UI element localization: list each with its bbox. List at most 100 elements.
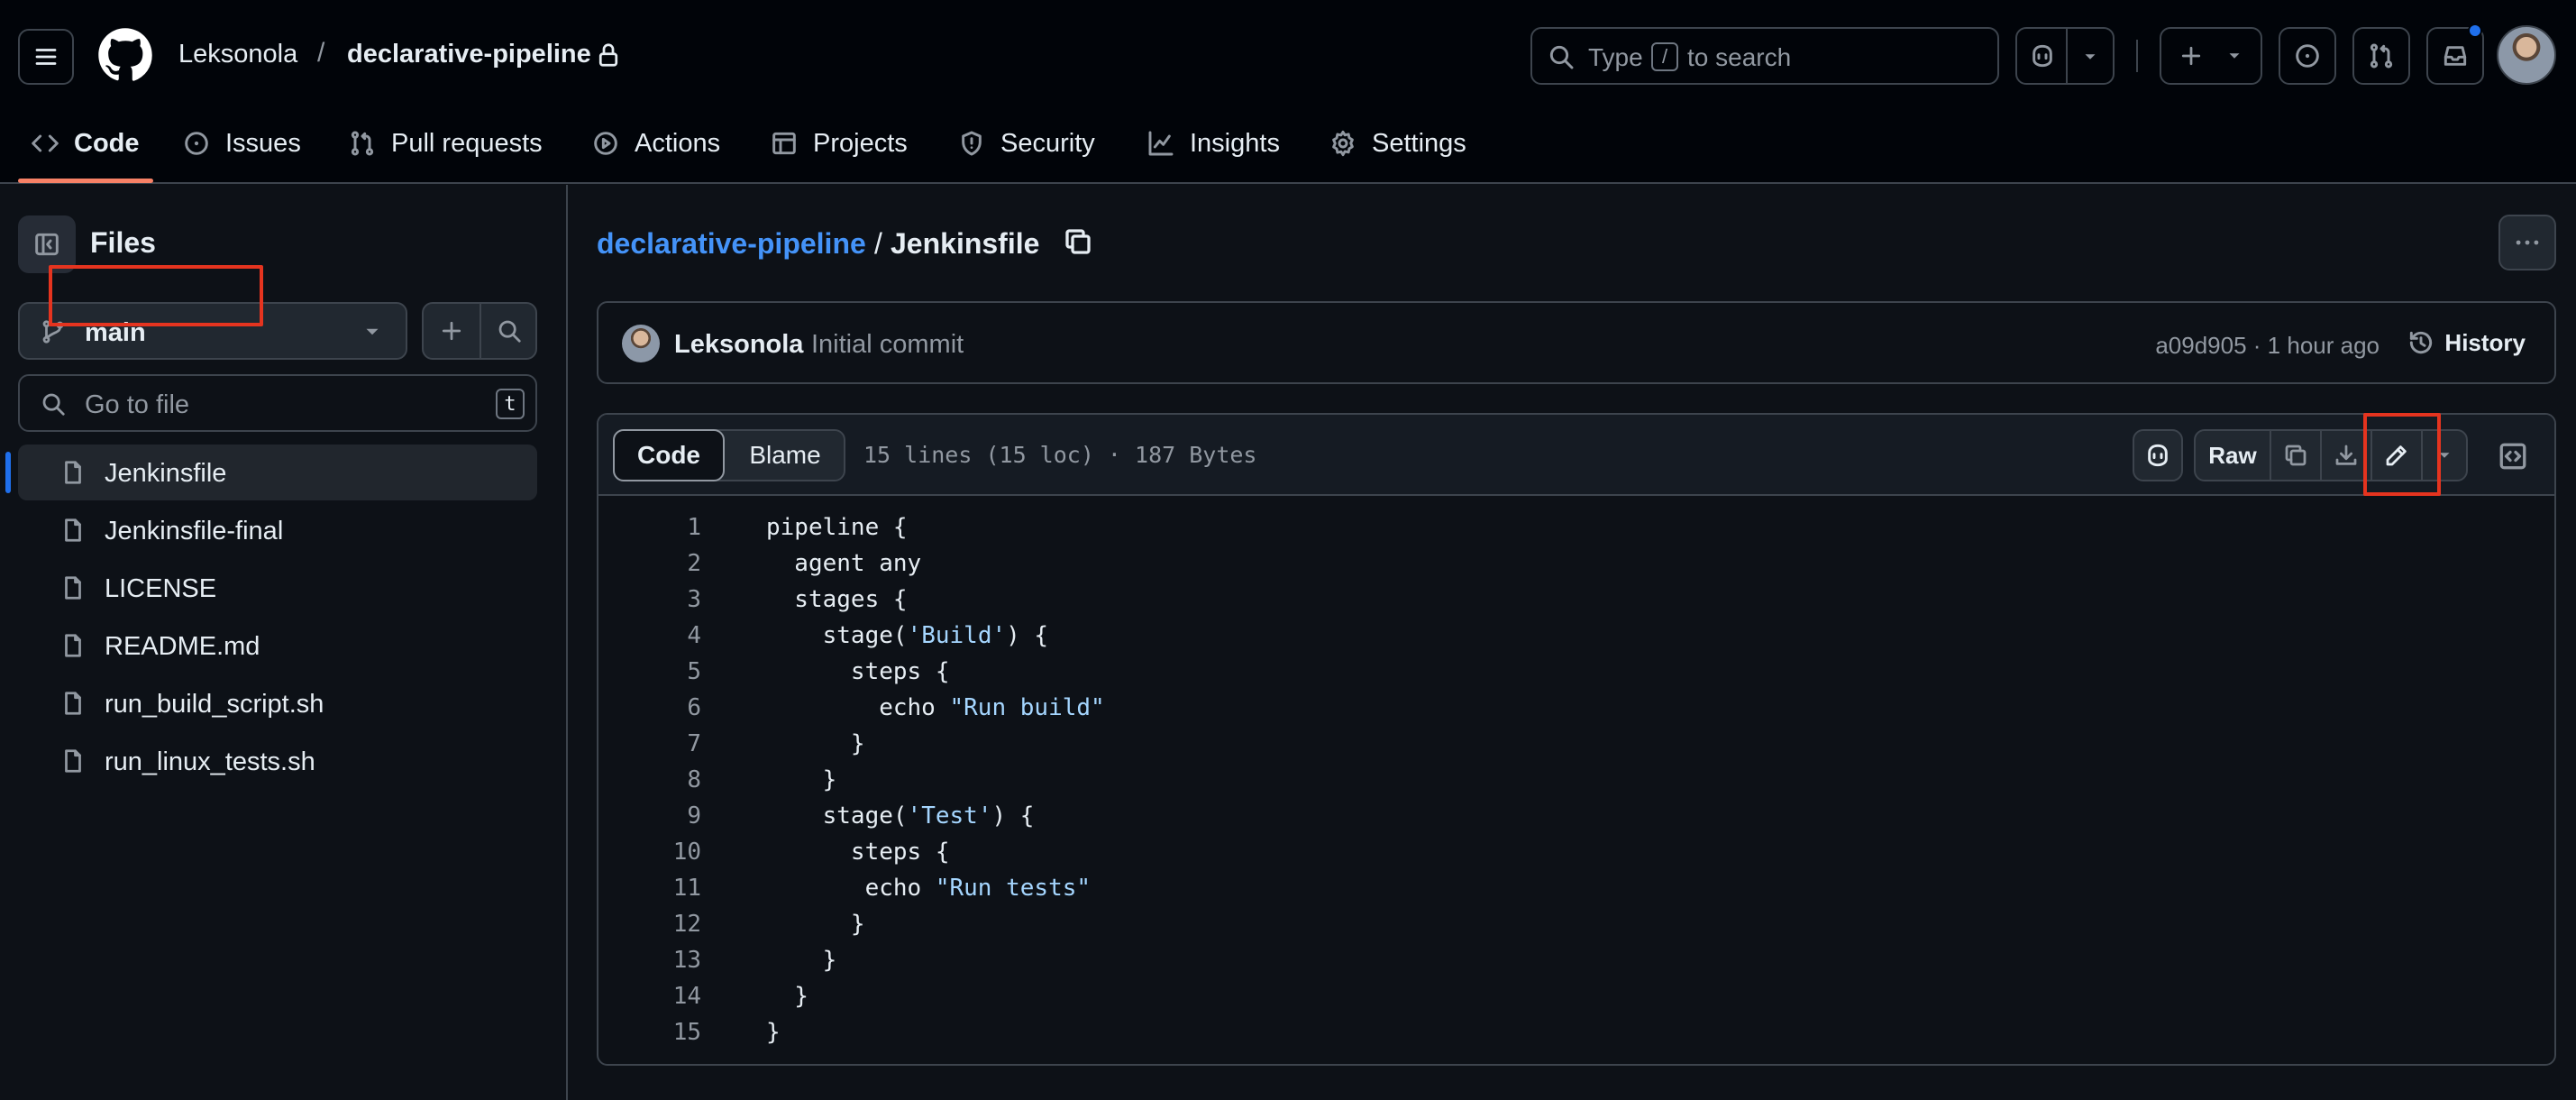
code-line: 11 echo "Run tests"	[598, 869, 2554, 905]
line-number[interactable]: 9	[598, 802, 701, 830]
line-number[interactable]: 10	[598, 839, 701, 866]
shield-icon	[962, 131, 982, 156]
search-files-button[interactable]	[481, 304, 537, 358]
tab-projects[interactable]: Projects	[770, 121, 908, 166]
search-placeholder-suffix: to search	[1687, 43, 1792, 71]
search-input[interactable]: Type / to search	[1530, 27, 1999, 85]
github-logo-icon[interactable]	[97, 27, 153, 83]
your-issues-button[interactable]	[2279, 27, 2336, 85]
line-number[interactable]: 15	[598, 1019, 701, 1046]
code-line: 4 stage('Build') {	[598, 617, 2554, 653]
tab-projects-label: Projects	[813, 128, 908, 158]
copilot-button[interactable]	[2015, 27, 2115, 85]
highlight-box-edit-button	[2363, 413, 2441, 496]
file-tree-item[interactable]: run_linux_tests.sh	[18, 733, 537, 789]
code-token: ) {	[1006, 622, 1049, 649]
breadcrumb-repo[interactable]: declarative-pipeline	[347, 40, 591, 69]
file-tree-item[interactable]: Jenkinsfile-final	[18, 502, 537, 558]
code-line: 8 }	[598, 761, 2554, 797]
history-label: History	[2444, 328, 2526, 356]
tab-code[interactable]: Code	[31, 121, 140, 166]
blame-view-button[interactable]: Blame	[726, 431, 844, 480]
line-number[interactable]: 7	[598, 730, 701, 757]
tab-issues[interactable]: Issues	[182, 121, 301, 166]
code-token: pipeline {	[766, 514, 908, 541]
file-icon	[65, 461, 81, 484]
search-shortcut-key: /	[1651, 42, 1678, 71]
copy-raw-button[interactable]	[2271, 431, 2320, 480]
code-line: 5 steps {	[598, 653, 2554, 689]
line-number[interactable]: 4	[598, 622, 701, 649]
code-line: 13 }	[598, 941, 2554, 977]
commit-message[interactable]: Initial commit	[811, 330, 964, 360]
table-icon	[772, 132, 796, 155]
tab-settings-label: Settings	[1372, 128, 1466, 158]
copy-icon[interactable]	[1062, 225, 1094, 258]
line-number[interactable]: 2	[598, 550, 701, 577]
breadcrumb-separator: /	[317, 38, 325, 68]
tab-issues-label: Issues	[225, 128, 301, 158]
code-token: }	[766, 730, 865, 757]
chevron-down-icon	[2229, 53, 2240, 59]
history-button[interactable]: History	[2407, 328, 2526, 357]
tab-actions[interactable]: Actions	[591, 121, 720, 166]
code-line-text: stage('Build') {	[766, 622, 1048, 649]
code-token: }	[766, 911, 865, 938]
code-token: stage(	[766, 802, 908, 830]
add-file-button[interactable]	[424, 304, 480, 358]
play-icon	[594, 132, 617, 155]
copilot-icon	[2032, 44, 2052, 68]
code-token: }	[766, 983, 808, 1010]
line-number[interactable]: 14	[598, 983, 701, 1010]
tab-security[interactable]: Security	[957, 121, 1095, 166]
go-to-file-input[interactable]: Go to file t	[18, 374, 537, 432]
tab-pull-requests[interactable]: Pull requests	[348, 121, 543, 166]
user-avatar[interactable]	[2497, 25, 2556, 85]
line-number[interactable]: 11	[598, 875, 701, 902]
tab-insights[interactable]: Insights	[1146, 121, 1280, 166]
history-icon	[2410, 331, 2433, 354]
file-tree-item[interactable]: LICENSE	[18, 560, 537, 616]
line-number[interactable]: 13	[598, 947, 701, 974]
code-line-text: }	[766, 947, 837, 974]
breadcrumb-owner[interactable]: Leksonola	[178, 40, 297, 69]
gear-icon	[1332, 130, 1354, 157]
tab-settings[interactable]: Settings	[1329, 121, 1466, 166]
file-tree-item[interactable]: Jenkinsfile	[18, 445, 537, 500]
code-line: 9 stage('Test') {	[598, 797, 2554, 833]
code-token: echo	[766, 875, 936, 902]
file-viewer: Code Blame 15 lines (15 loc) · 187 Bytes…	[597, 413, 2556, 1066]
create-new-button[interactable]	[2160, 27, 2262, 85]
line-number[interactable]: 12	[598, 911, 701, 938]
more-options-button[interactable]	[2498, 215, 2556, 270]
file-tree-item[interactable]: README.md	[18, 618, 537, 674]
line-number[interactable]: 6	[598, 694, 701, 721]
chevron-down-icon[interactable]	[2080, 47, 2100, 67]
commit-author-avatar[interactable]	[622, 325, 660, 362]
path-repo-link[interactable]: declarative-pipeline	[597, 227, 866, 261]
your-pull-requests-button[interactable]	[2352, 27, 2410, 85]
line-number[interactable]: 8	[598, 766, 701, 793]
code-line: 2 agent any	[598, 545, 2554, 581]
file-icon	[65, 634, 81, 657]
code-view-button[interactable]: Code	[613, 429, 725, 481]
code-square-icon[interactable]	[2497, 440, 2529, 472]
line-number[interactable]: 5	[598, 658, 701, 685]
code-token: steps {	[766, 658, 950, 685]
code-token: ) {	[991, 802, 1035, 830]
line-number[interactable]: 3	[598, 586, 701, 613]
menu-button[interactable]	[18, 29, 74, 85]
commit-sha-time[interactable]: a09d905 · 1 hour ago	[2155, 332, 2380, 360]
commit-author[interactable]: Leksonola	[674, 330, 803, 360]
code-line-text: }	[766, 983, 808, 1010]
file-icon	[65, 749, 81, 773]
code-line: 3 stages {	[598, 581, 2554, 617]
tab-security-label: Security	[1000, 128, 1095, 158]
raw-button[interactable]: Raw	[2196, 431, 2270, 480]
file-tree-item[interactable]: run_build_script.sh	[18, 675, 537, 731]
ask-copilot-button[interactable]	[2133, 429, 2183, 481]
search-icon	[498, 320, 521, 343]
line-number[interactable]: 1	[598, 514, 701, 541]
code-line-text: stages {	[766, 586, 907, 613]
copy-icon	[2285, 445, 2307, 466]
